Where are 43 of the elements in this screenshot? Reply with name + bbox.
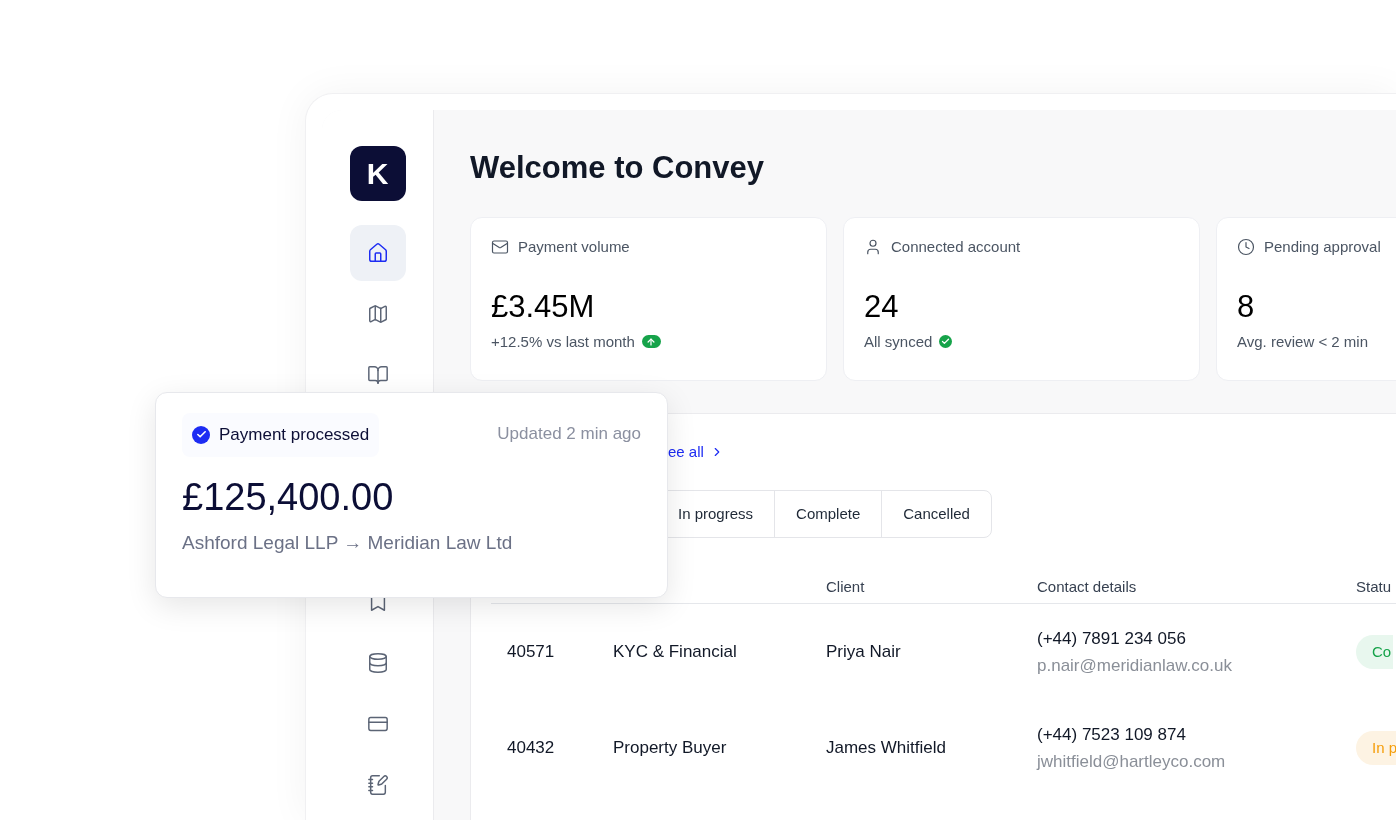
table-cell: Priya Nair bbox=[826, 642, 901, 662]
filter-tab[interactable]: Cancelled bbox=[881, 491, 991, 537]
database-icon bbox=[366, 652, 389, 674]
stat-value: 24 bbox=[864, 288, 900, 325]
column-header: Statu bbox=[1356, 578, 1392, 595]
stat-note: All synced bbox=[864, 331, 933, 352]
payment-amount: £125,400.00 bbox=[182, 474, 395, 519]
table-cell: 40571 bbox=[507, 642, 555, 662]
status-badge: In p bbox=[1356, 730, 1396, 766]
column-header: Client bbox=[826, 578, 865, 595]
stat-note: +12.5% vs last month bbox=[491, 331, 635, 352]
contact-email: jwhitfield@hartleyco.com bbox=[1037, 751, 1227, 773]
stat-note: Avg. review < 2 min bbox=[1237, 331, 1369, 352]
table-cell: 40432 bbox=[507, 738, 555, 758]
filter-tab[interactable]: Complete bbox=[774, 491, 882, 537]
page-title: Welcome to Convey bbox=[470, 150, 765, 186]
contact-email: p.nair@meridianlaw.co.uk bbox=[1037, 655, 1233, 677]
stat-label: Connected account bbox=[891, 237, 1021, 257]
stat-value: £3.45M bbox=[491, 288, 596, 325]
column-header: Contact details bbox=[1037, 578, 1137, 595]
map-icon bbox=[366, 303, 389, 325]
table-cell: KYC & Financial bbox=[613, 642, 737, 662]
payment-route: Ashford Legal LLP → Meridian Law Ltd bbox=[182, 530, 514, 555]
book-icon bbox=[366, 364, 389, 386]
contact-phone: (+44) 7523 109 874 bbox=[1037, 723, 1187, 746]
see-all-link[interactable]: ee all bbox=[668, 441, 724, 464]
clock-icon bbox=[1237, 238, 1255, 257]
app-logo: K bbox=[349, 146, 406, 201]
notebook-pen-icon bbox=[366, 774, 389, 796]
home-icon bbox=[366, 242, 389, 264]
contact-phone: (+44) 7891 234 056 bbox=[1037, 627, 1187, 650]
table-cell: James Whitfield bbox=[826, 738, 946, 758]
status-pill: Payment processed bbox=[182, 413, 380, 457]
update-time: Updated 2 min ago bbox=[497, 423, 641, 445]
status-badge: Co bbox=[1356, 634, 1394, 670]
stat-label: Payment volume bbox=[518, 237, 630, 257]
table-cell: Property Buyer bbox=[613, 738, 727, 758]
stat-label: Pending approval bbox=[1264, 237, 1381, 257]
sidebar-item[interactable] bbox=[349, 225, 406, 281]
envelope-icon bbox=[491, 238, 509, 257]
filter-tab[interactable]: In progress bbox=[657, 491, 775, 537]
stat-value: 8 bbox=[1237, 288, 1256, 325]
user-icon bbox=[864, 238, 882, 257]
